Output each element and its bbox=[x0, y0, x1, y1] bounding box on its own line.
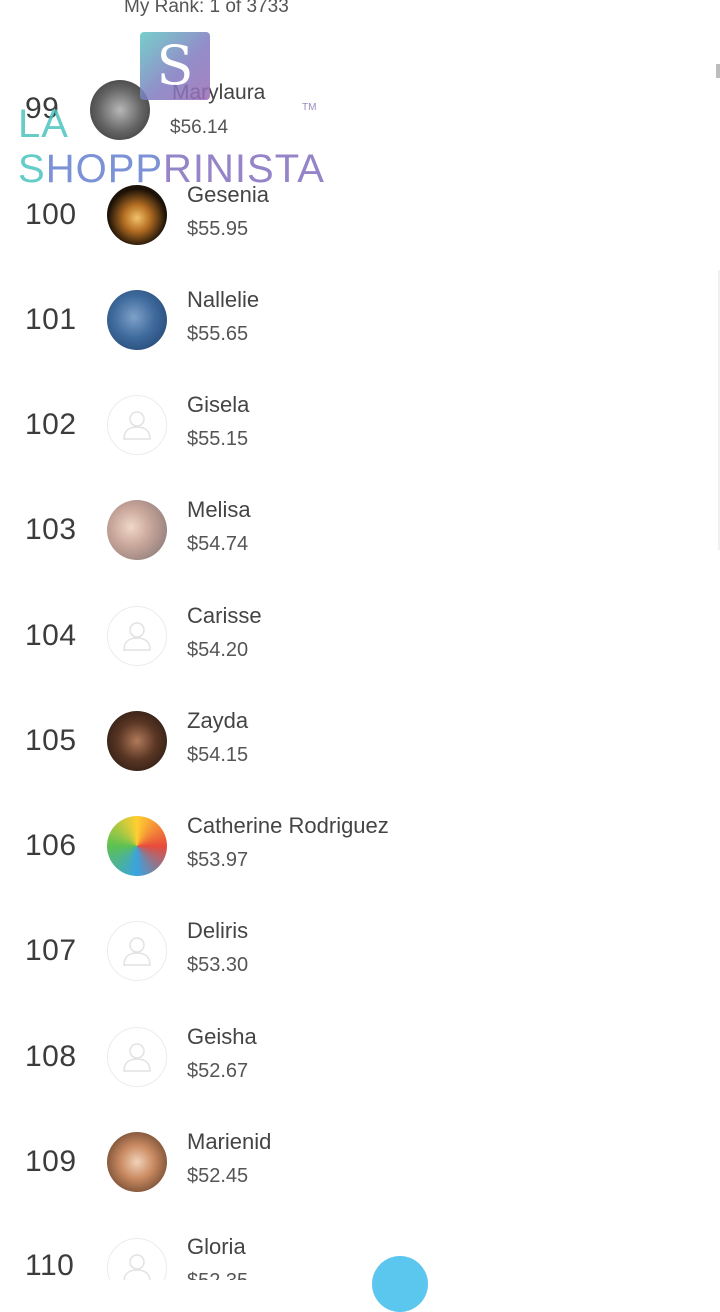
rank-number: 107 bbox=[25, 933, 77, 967]
user-amount: $53.30 bbox=[187, 953, 249, 976]
user-name: Nallelie bbox=[187, 286, 260, 312]
user-name: Gisela bbox=[187, 391, 250, 417]
rank-number: 106 bbox=[25, 828, 77, 862]
rank-number: 108 bbox=[25, 1039, 77, 1073]
rank-number: 109 bbox=[25, 1144, 77, 1178]
my-rank-header: My Rank: 1 of 3733 bbox=[124, 0, 289, 17]
la-shopprinista-watermark: S LA SHOPPRINISTA TM bbox=[18, 32, 324, 191]
user-outline-icon bbox=[123, 936, 151, 966]
leaderboard-row[interactable]: 109 Marienid $52.45 bbox=[0, 1109, 720, 1214]
avatar bbox=[107, 815, 167, 876]
user-amount: $54.74 bbox=[187, 532, 249, 555]
leaderboard-row[interactable]: 103 Melisa $54.74 bbox=[0, 477, 720, 582]
user-amount: $55.95 bbox=[187, 217, 249, 240]
avatar bbox=[107, 289, 167, 350]
user-name: Gesenia bbox=[187, 181, 269, 207]
user-amount: $52.67 bbox=[187, 1059, 249, 1082]
user-outline-icon bbox=[123, 1254, 151, 1280]
leaderboard-row[interactable]: 106 Catherine Rodriguez $53.97 bbox=[0, 793, 720, 898]
leaderboard-row[interactable]: 102 Gisela $55.15 bbox=[0, 372, 720, 477]
user-outline-icon bbox=[123, 410, 151, 440]
user-name: Catherine Rodriguez bbox=[187, 812, 389, 838]
rank-number: 110 bbox=[25, 1249, 75, 1280]
user-outline-icon bbox=[123, 1042, 151, 1072]
user-amount: $55.65 bbox=[187, 322, 249, 345]
rank-number: 100 bbox=[25, 197, 77, 231]
leaderboard-row[interactable]: 110 Gloria $52.35 bbox=[0, 1214, 720, 1280]
rank-number: 102 bbox=[25, 407, 77, 441]
avatar-placeholder bbox=[107, 920, 167, 981]
user-outline-icon bbox=[123, 621, 151, 651]
avatar-placeholder bbox=[107, 1238, 167, 1280]
user-name: Zayda bbox=[187, 707, 249, 733]
user-name: Deliris bbox=[187, 917, 249, 943]
trademark-symbol: TM bbox=[302, 102, 317, 113]
scroll-fab[interactable] bbox=[372, 1256, 428, 1312]
user-name: Carisse bbox=[187, 602, 262, 628]
user-amount: $52.35 bbox=[187, 1270, 248, 1280]
leaderboard-row[interactable]: 107 Deliris $53.30 bbox=[0, 898, 720, 1003]
user-amount: $54.15 bbox=[187, 743, 249, 766]
rank-number: 105 bbox=[25, 723, 77, 757]
avatar bbox=[107, 710, 167, 771]
leaderboard-row[interactable]: 104 Carisse $54.20 bbox=[0, 583, 720, 688]
avatar bbox=[107, 184, 167, 245]
leaderboard-row[interactable]: 105 Zayda $54.15 bbox=[0, 688, 720, 793]
avatar-placeholder bbox=[107, 1026, 167, 1087]
user-amount: $52.45 bbox=[187, 1164, 249, 1187]
avatar bbox=[107, 1131, 167, 1192]
avatar-placeholder bbox=[107, 605, 167, 666]
user-name: Marienid bbox=[187, 1128, 272, 1154]
leaderboard-row[interactable]: 101 Nallelie $55.65 bbox=[0, 267, 720, 372]
rank-number: 104 bbox=[25, 618, 77, 652]
user-amount: $54.20 bbox=[187, 638, 249, 661]
user-amount: $53.97 bbox=[187, 848, 249, 871]
leaderboard-row[interactable]: 100 Gesenia $55.95 bbox=[0, 162, 720, 267]
avatar bbox=[107, 499, 167, 560]
user-name: Geisha bbox=[187, 1023, 257, 1049]
user-amount: $55.15 bbox=[187, 427, 249, 450]
user-name: Gloria bbox=[187, 1234, 246, 1259]
rank-number: 101 bbox=[25, 302, 77, 336]
brand-logo-icon: S bbox=[140, 32, 210, 100]
avatar-placeholder bbox=[107, 394, 167, 455]
user-name: Melisa bbox=[187, 496, 251, 522]
leaderboard-row[interactable]: 108 Geisha $52.67 bbox=[0, 1004, 720, 1109]
rank-number: 103 bbox=[25, 512, 77, 546]
